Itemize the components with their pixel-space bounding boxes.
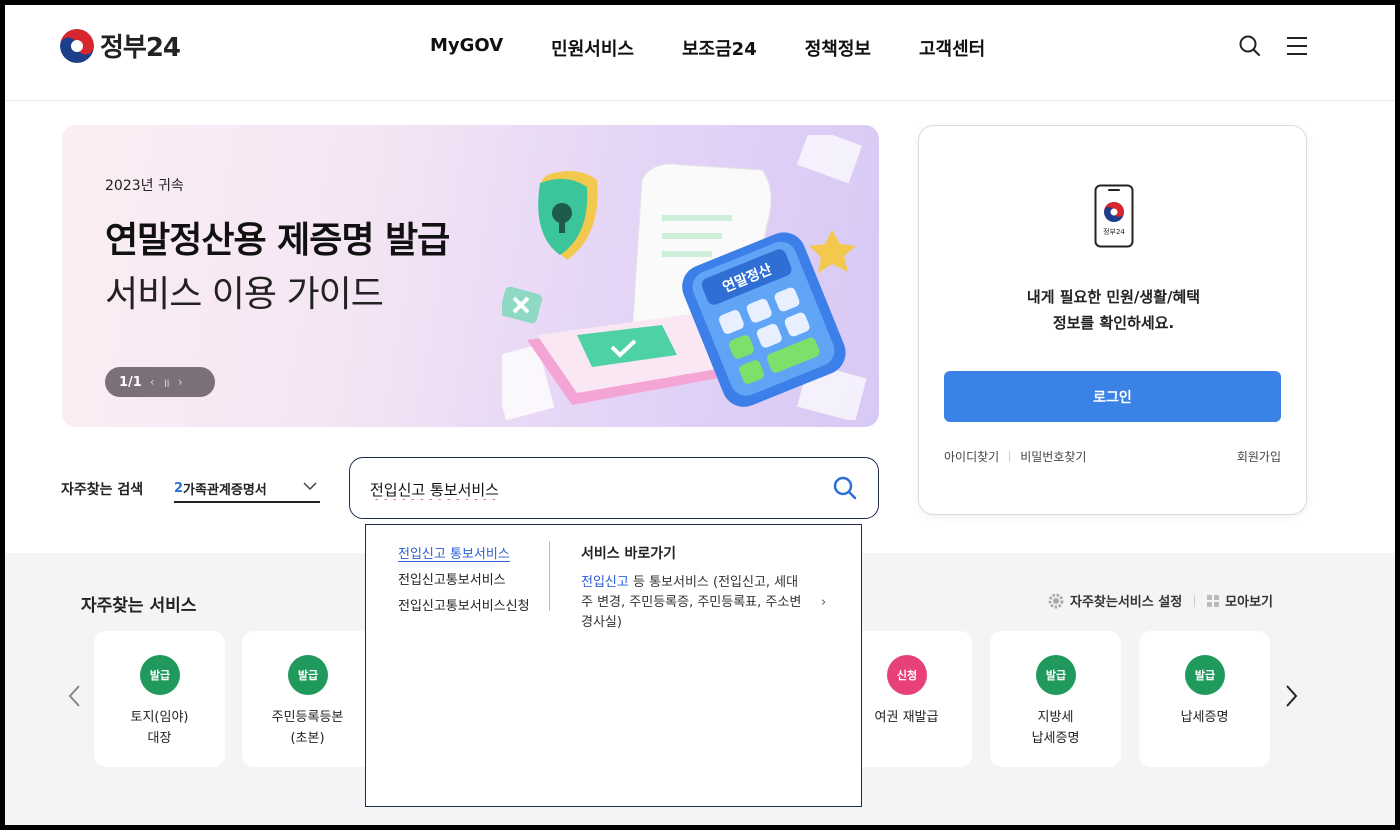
banner-page-count: 1/1: [119, 374, 142, 390]
suggestion-item[interactable]: 전입신고통보서비스: [398, 569, 530, 595]
account-links: 아이디찾기 비밀번호찾기: [944, 448, 1086, 465]
find-id-link[interactable]: 아이디찾기: [944, 448, 999, 465]
site-logo[interactable]: 정부24: [60, 27, 181, 64]
search-autocomplete-dropdown: 전입신고 통보서비스 전입신고통보서비스 전입신고통보서비스신청 서비스 바로가…: [365, 524, 862, 807]
login-card: 정부24 내게 필요한 민원/생활/혜택 정보를 확인하세요. 로그인 아이디찾…: [918, 125, 1307, 515]
login-message-line2: 정보를 확인하세요.: [1052, 314, 1175, 332]
frequent-search-rank: 2: [174, 480, 184, 496]
signup-link[interactable]: 회원가입: [1237, 448, 1281, 465]
nav-mygov[interactable]: MyGOV: [430, 35, 503, 61]
main-nav: MyGOV 민원서비스 보조금24 정책정보 고객센터: [430, 35, 985, 61]
login-button[interactable]: 로그인: [944, 371, 1281, 422]
search-icon[interactable]: [1237, 33, 1263, 59]
service-card[interactable]: 발급 주민등록등본 (초본): [242, 631, 373, 767]
banner-illustration: 연말정산: [502, 135, 867, 420]
service-name-line1: 납세증명: [1180, 710, 1229, 725]
suggestion-item[interactable]: 전입신고 통보서비스: [398, 543, 530, 569]
menu-icon[interactable]: [1284, 33, 1310, 59]
service-name-line1: 주민등록등본: [271, 710, 344, 725]
service-card[interactable]: 발급 지방세 납세증명: [990, 631, 1121, 767]
service-name-line1: 토지(임야): [130, 710, 189, 725]
service-name: 납세증명: [1139, 707, 1270, 728]
taegeuk-logo-icon: [60, 28, 94, 63]
link-divider: [1009, 451, 1011, 462]
nav-subsidy24[interactable]: 보조금24: [682, 35, 757, 61]
search-submit-icon[interactable]: [832, 475, 858, 501]
gear-icon: [1048, 593, 1064, 608]
phone-label: 정부24: [1103, 227, 1125, 236]
nav-civil-service[interactable]: 민원서비스: [551, 35, 634, 61]
service-shortcut-title: 서비스 바로가기: [581, 546, 677, 562]
search-input[interactable]: [370, 476, 810, 502]
grid-icon: [1207, 594, 1220, 607]
dropdown-divider: [549, 541, 550, 611]
chevron-right-icon[interactable]: ›: [821, 595, 826, 610]
carousel-next-icon[interactable]: [1283, 683, 1299, 709]
frequent-services-settings-link[interactable]: 자주찾는서비스 설정: [1070, 591, 1182, 610]
nav-customer-center[interactable]: 고객센터: [919, 35, 985, 61]
banner-pause-icon[interactable]: ॥: [163, 374, 170, 391]
find-password-link[interactable]: 비밀번호찾기: [1020, 448, 1086, 465]
banner-next-icon[interactable]: ›: [178, 375, 183, 389]
service-name-line1: 지방세: [1037, 710, 1074, 725]
login-message-line1: 내게 필요한 민원/생활/혜택: [1026, 288, 1201, 306]
carousel-prev-icon[interactable]: [67, 683, 83, 709]
frequent-services-title: 자주찾는 서비스: [81, 596, 197, 616]
service-name: 주민등록등본 (초본): [242, 707, 373, 749]
service-name-line2: (초본): [290, 731, 325, 746]
page-frame: 정부24 MyGOV 민원서비스 보조금24 정책정보 고객센터 2023년 귀…: [5, 5, 1395, 825]
service-name: 토지(임야) 대장: [94, 707, 225, 749]
frequent-search-select[interactable]: 2 가족관계증명서: [174, 475, 320, 503]
banner-prev-icon[interactable]: ‹: [150, 375, 155, 389]
service-name-line2: 납세증명: [1031, 731, 1080, 746]
suggestion-item[interactable]: 전입신고통보서비스신청: [398, 595, 530, 621]
chevron-down-icon: [303, 482, 317, 491]
mobile-gov24-icon: 정부24: [1094, 184, 1134, 248]
suggestion-list: 전입신고 통보서비스 전입신고통보서비스 전입신고통보서비스신청: [398, 543, 530, 621]
logo-text: 정부24: [100, 33, 181, 63]
issue-badge: 발급: [140, 655, 180, 695]
frequent-services-tools: 자주찾는서비스 설정 모아보기: [1048, 591, 1273, 610]
main-banner[interactable]: 2023년 귀속 연말정산용 제증명 발급 서비스 이용 가이드 1/1 ‹ ॥…: [62, 125, 879, 427]
issue-badge: 발급: [1036, 655, 1076, 695]
banner-year: 2023년 귀속: [105, 178, 184, 194]
nav-policy-info[interactable]: 정책정보: [805, 35, 871, 61]
service-shortcut-link[interactable]: 전입신고 등 통보서비스 (전입신고, 세대주 변경, 주민등록증, 주민등록표…: [581, 573, 806, 633]
tools-divider: [1194, 594, 1196, 607]
banner-title: 연말정산용 제증명 발급: [105, 220, 450, 261]
service-name: 지방세 납세증명: [990, 707, 1121, 749]
apply-badge: 신청: [887, 655, 927, 695]
main-search-box: [349, 457, 879, 519]
frequent-search-label: 자주찾는 검색: [61, 482, 144, 498]
login-message: 내게 필요한 민원/생활/혜택 정보를 확인하세요.: [919, 284, 1308, 336]
issue-badge: 발급: [288, 655, 328, 695]
site-header: 정부24 MyGOV 민원서비스 보조금24 정책정보 고객센터: [5, 5, 1395, 101]
frequent-search-keyword: 가족관계증명서: [183, 482, 267, 498]
service-name-line2: 대장: [147, 731, 172, 746]
view-all-link[interactable]: 모아보기: [1225, 591, 1273, 610]
issue-badge: 발급: [1185, 655, 1225, 695]
service-card[interactable]: 발급 토지(임야) 대장: [94, 631, 225, 767]
banner-pager: 1/1 ‹ ॥ ›: [105, 367, 215, 397]
service-card[interactable]: 발급 납세증명: [1139, 631, 1270, 767]
banner-subtitle: 서비스 이용 가이드: [105, 274, 384, 315]
shortcut-highlight: 전입신고: [581, 575, 629, 590]
